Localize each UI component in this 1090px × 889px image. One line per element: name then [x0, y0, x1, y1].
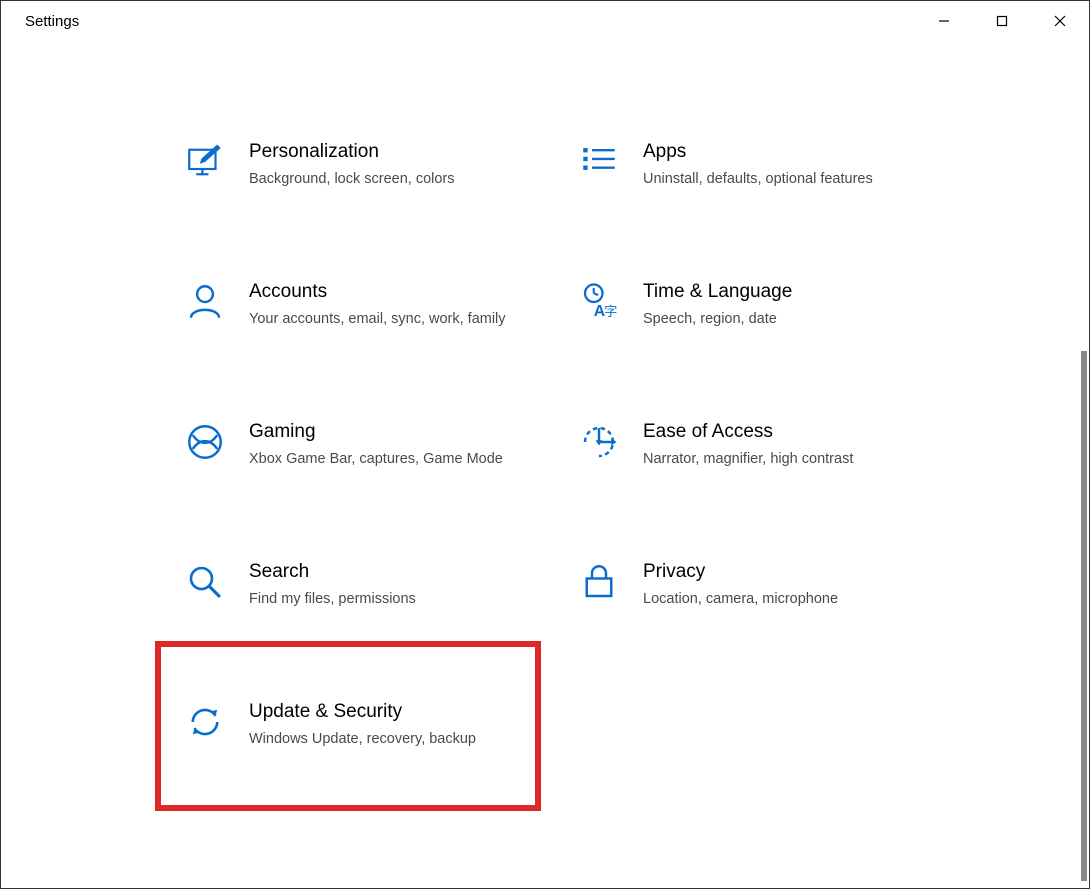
ease-of-access-icon [578, 421, 620, 463]
tile-title: Ease of Access [643, 421, 909, 443]
accounts-icon [184, 281, 226, 323]
tile-apps[interactable]: Apps Uninstall, defaults, optional featu… [565, 131, 919, 211]
search-icon [184, 561, 226, 603]
tile-desc: Your accounts, email, sync, work, family [249, 309, 509, 330]
scrollbar[interactable] [1081, 351, 1087, 881]
time-language-icon: A 字 [578, 281, 620, 323]
tile-privacy[interactable]: Privacy Location, camera, microphone [565, 551, 919, 631]
privacy-icon [578, 561, 620, 603]
tile-title: Update & Security [249, 701, 515, 723]
tile-personalization[interactable]: Personalization Background, lock screen,… [171, 131, 525, 211]
tile-title: Search [249, 561, 515, 583]
tile-desc: Uninstall, defaults, optional features [643, 169, 903, 190]
tile-gaming[interactable]: Gaming Xbox Game Bar, captures, Game Mod… [171, 411, 525, 491]
tile-title: Apps [643, 141, 909, 163]
minimize-button[interactable] [915, 1, 973, 41]
tile-desc: Find my files, permissions [249, 589, 509, 610]
tile-title: Gaming [249, 421, 515, 443]
maximize-icon [995, 14, 1009, 28]
tile-desc: Narrator, magnifier, high contrast [643, 449, 903, 470]
titlebar: Settings [1, 1, 1089, 41]
tile-desc: Speech, region, date [643, 309, 903, 330]
close-icon [1053, 14, 1067, 28]
caption-buttons [915, 1, 1089, 41]
maximize-button[interactable] [973, 1, 1031, 41]
update-security-icon [184, 701, 226, 743]
personalization-icon [184, 141, 226, 183]
tile-search[interactable]: Search Find my files, permissions [171, 551, 525, 631]
tile-desc: Location, camera, microphone [643, 589, 903, 610]
minimize-icon [937, 14, 951, 28]
settings-content: Personalization Background, lock screen,… [1, 41, 1089, 771]
tile-title: Accounts [249, 281, 515, 303]
highlight-update-security: Update & Security Windows Update, recove… [155, 641, 541, 811]
tile-desc: Xbox Game Bar, captures, Game Mode [249, 449, 509, 470]
apps-icon [578, 141, 620, 183]
tile-desc: Windows Update, recovery, backup [249, 729, 509, 750]
tile-title: Time & Language [643, 281, 909, 303]
svg-text:字: 字 [604, 304, 617, 319]
tile-ease-of-access[interactable]: Ease of Access Narrator, magnifier, high… [565, 411, 919, 491]
tile-accounts[interactable]: Accounts Your accounts, email, sync, wor… [171, 271, 525, 351]
close-button[interactable] [1031, 1, 1089, 41]
tile-title: Privacy [643, 561, 909, 583]
tile-title: Personalization [249, 141, 515, 163]
settings-grid: Personalization Background, lock screen,… [171, 131, 919, 771]
tile-desc: Background, lock screen, colors [249, 169, 509, 190]
tile-update-security[interactable]: Update & Security Windows Update, recove… [171, 691, 525, 771]
window-title: Settings [25, 13, 79, 30]
tile-time-language[interactable]: A 字 Time & Language Speech, region, date [565, 271, 919, 351]
gaming-icon [184, 421, 226, 463]
